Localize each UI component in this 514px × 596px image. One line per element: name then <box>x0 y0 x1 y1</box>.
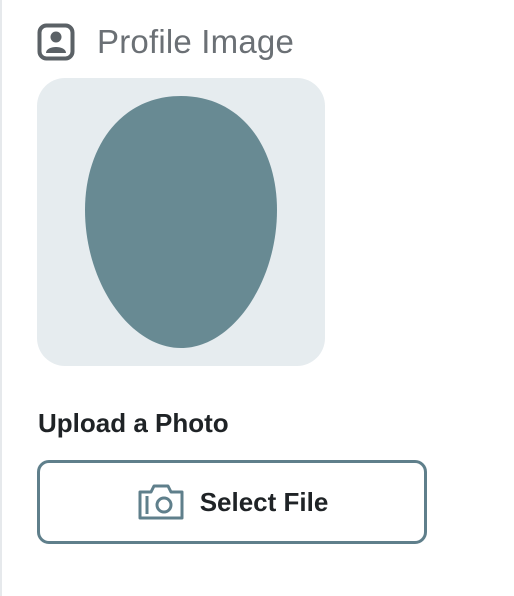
section-title: Profile Image <box>97 23 295 60</box>
upload-photo-label: Upload a Photo <box>38 408 229 438</box>
avatar-placeholder-icon <box>85 96 277 348</box>
profile-image-preview <box>37 78 325 366</box>
select-file-button[interactable]: Select File <box>37 460 427 544</box>
section-header: Profile Image <box>37 20 294 64</box>
left-divider <box>0 0 2 596</box>
camera-icon <box>136 482 186 522</box>
select-file-label: Select File <box>199 486 329 517</box>
profile-card-icon <box>37 23 75 61</box>
